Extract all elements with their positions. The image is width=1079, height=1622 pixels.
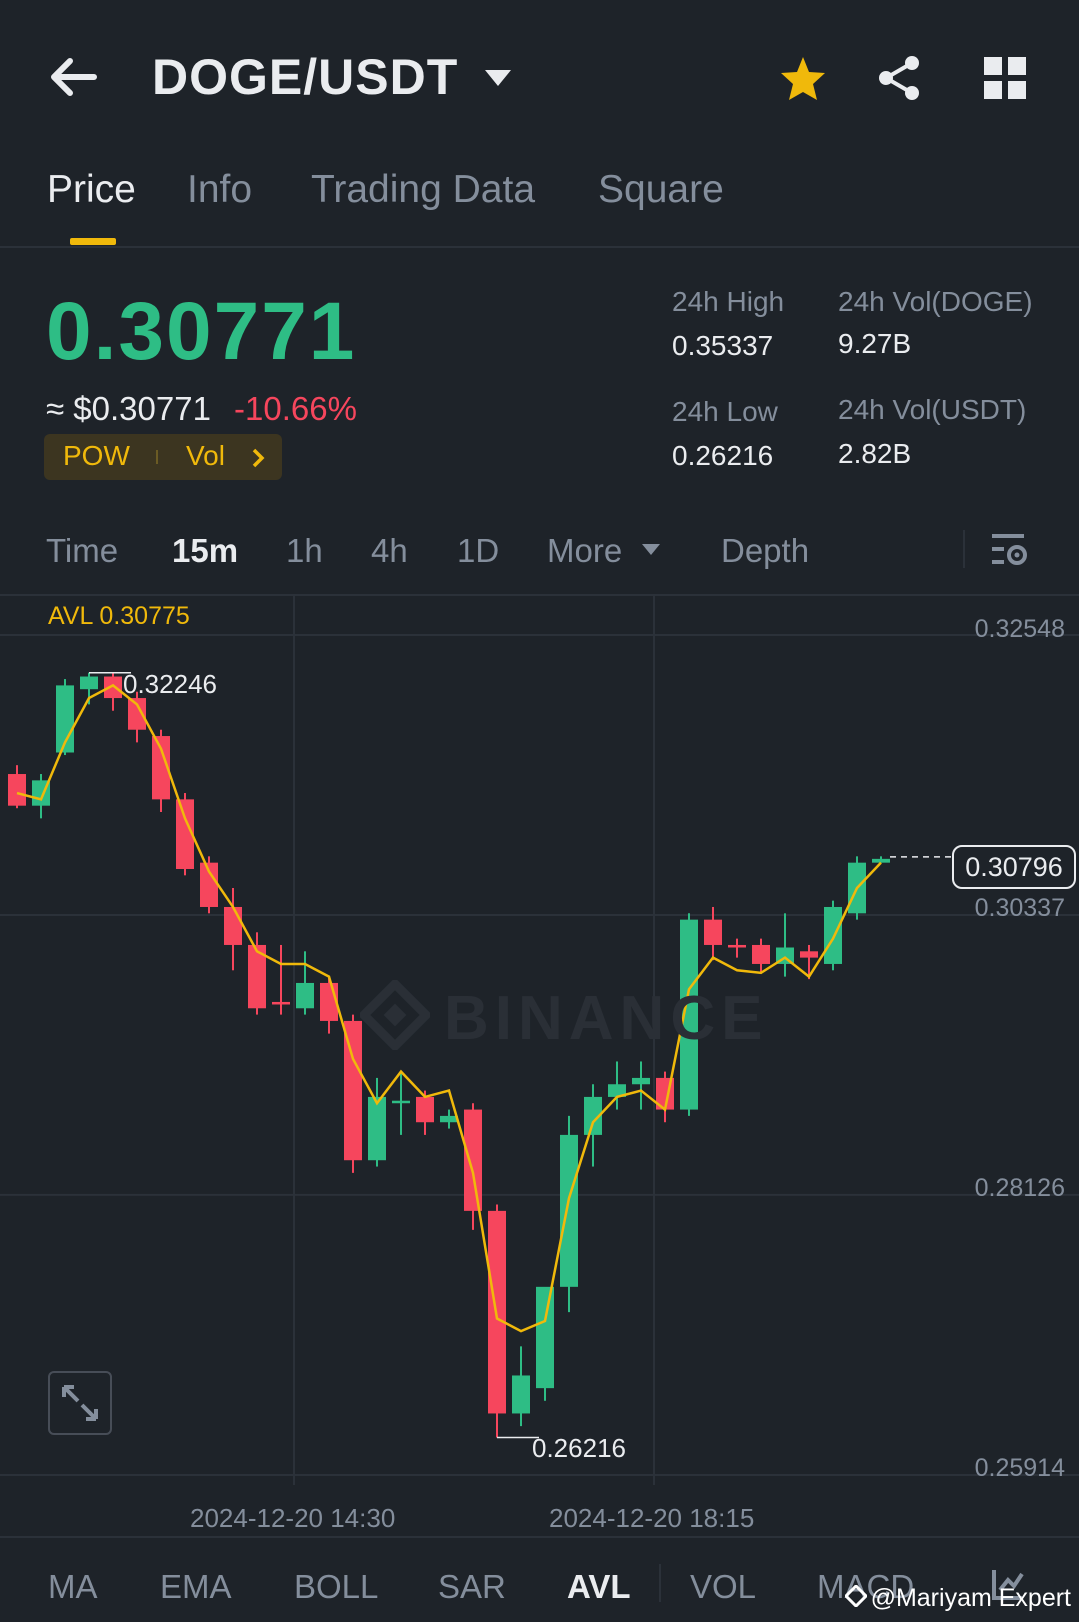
watermark-text: BINANCE <box>444 983 769 1053</box>
chart-bottom-divider <box>0 1536 1079 1538</box>
candle-body <box>416 1096 434 1123</box>
grid-menu-icon[interactable] <box>984 57 1026 104</box>
high-24h-value: 0.35337 <box>672 330 774 361</box>
expand-icon <box>62 1385 98 1421</box>
avl-indicator-label: AVL 0.30775 <box>48 602 190 630</box>
y-tick: 0.28126 <box>974 1174 1065 1202</box>
timeframe-1h[interactable]: 1h <box>286 532 323 570</box>
tab-price[interactable]: Price <box>47 168 136 212</box>
active-tab-indicator <box>70 238 116 245</box>
indicator-vol[interactable]: VOL <box>690 1568 756 1606</box>
fullscreen-button[interactable] <box>48 1371 112 1435</box>
candle-body <box>272 1001 290 1005</box>
tag-divider <box>156 450 158 464</box>
vol-doge-value: 9.27B <box>838 328 912 359</box>
candle-body <box>728 944 746 948</box>
candle-body <box>296 982 314 1009</box>
candle-body <box>536 1286 554 1389</box>
credit-text: @Mariyam Expert <box>870 1584 1071 1612</box>
candle-body <box>368 1096 386 1161</box>
credit-logo-icon <box>843 1583 868 1614</box>
candle-body <box>560 1134 578 1287</box>
pair-title[interactable]: DOGE/USDT <box>152 48 458 106</box>
favorite-star-icon[interactable] <box>778 54 828 109</box>
tag-vol[interactable]: Vol <box>186 440 225 472</box>
candle-body <box>392 1100 410 1104</box>
timeframe-4h[interactable]: 4h <box>371 532 408 570</box>
candle-body <box>752 944 770 964</box>
indicator-divider <box>659 1564 661 1602</box>
indicator-ema[interactable]: EMA <box>160 1568 232 1606</box>
candle-body <box>104 676 122 699</box>
last-price: 0.30771 <box>46 286 357 377</box>
y-tick: 0.25914 <box>974 1454 1065 1482</box>
candle-body <box>800 951 818 958</box>
indicator-avl[interactable]: AVL <box>567 1568 631 1606</box>
tab-trading-data[interactable]: Trading Data <box>311 168 535 212</box>
timeframe-15m[interactable]: 15m <box>172 532 238 570</box>
low-24h-value: 0.26216 <box>672 440 774 471</box>
high-marker-label: 0.32246 <box>123 669 217 699</box>
candle-body <box>704 919 722 945</box>
tab-square[interactable]: Square <box>598 168 724 212</box>
tab-depth[interactable]: Depth <box>721 532 809 570</box>
current-price-tag: 0.30796 <box>952 845 1076 889</box>
candle-body <box>224 906 242 945</box>
high-24h-label: 24h High <box>672 286 785 317</box>
low-marker-label: 0.26216 <box>532 1433 626 1463</box>
vol-usdt-label: 24h Vol(USDT) <box>838 394 1027 425</box>
indicator-boll[interactable]: BOLL <box>294 1568 378 1606</box>
chart-settings-icon[interactable] <box>990 530 1028 575</box>
credit-watermark: @Mariyam Expert <box>843 1583 1071 1614</box>
timeframe-1d[interactable]: 1D <box>457 532 499 570</box>
chevron-right-icon <box>250 447 266 474</box>
fiat-price: ≈ $0.30771 <box>46 390 211 427</box>
candle-body <box>872 858 890 863</box>
candle-body <box>512 1375 530 1414</box>
price-change-percent: -10.66% <box>234 390 357 427</box>
candle-body <box>464 1109 482 1211</box>
arrow-left-icon <box>51 58 97 96</box>
y-tick: 0.32548 <box>974 615 1065 643</box>
pair-dropdown-icon[interactable] <box>483 68 513 95</box>
tabs-divider <box>0 246 1079 248</box>
more-dropdown-icon[interactable] <box>641 543 661 562</box>
indicator-ma[interactable]: MA <box>48 1568 98 1606</box>
tab-info[interactable]: Info <box>187 168 252 212</box>
y-tick: 0.30337 <box>974 894 1065 922</box>
exchange-watermark: BINANCE <box>357 977 769 1065</box>
vol-doge-label: 24h Vol(DOGE) <box>838 286 1033 317</box>
tag-pow[interactable]: POW <box>63 440 130 472</box>
timeframe-time[interactable]: Time <box>46 532 118 570</box>
watermark-logo-icon <box>357 977 433 1065</box>
candle-body <box>80 676 98 690</box>
indicator-sar[interactable]: SAR <box>438 1568 506 1606</box>
x-tick: 2024-12-20 14:30 <box>190 1503 396 1533</box>
toolbar-divider <box>963 530 965 568</box>
x-tick: 2024-12-20 18:15 <box>549 1503 755 1533</box>
candle-body <box>824 906 842 964</box>
low-24h-label: 24h Low <box>672 396 778 427</box>
back-button[interactable] <box>48 55 98 99</box>
candle-body <box>440 1115 458 1123</box>
candle-body <box>632 1077 650 1085</box>
timeframe-more[interactable]: More <box>547 532 622 570</box>
share-icon[interactable] <box>876 54 922 107</box>
vol-usdt-value: 2.82B <box>838 438 912 469</box>
candle-body <box>8 774 26 806</box>
